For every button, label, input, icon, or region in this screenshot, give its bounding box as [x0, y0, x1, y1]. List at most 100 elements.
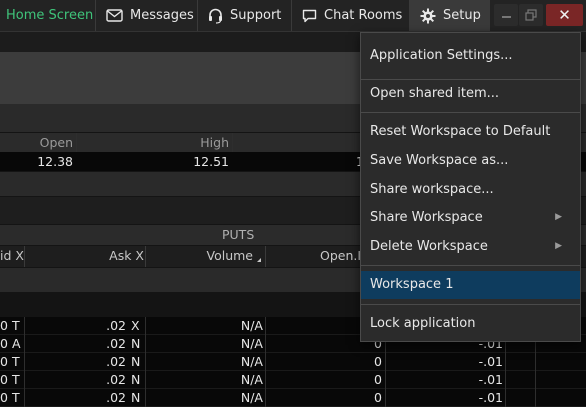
- close-button[interactable]: ✕: [546, 4, 583, 26]
- column-divider: [145, 246, 146, 267]
- restore-icon: [525, 9, 537, 25]
- menu-item-lock-application[interactable]: Lock application: [361, 310, 580, 337]
- ask-exchange-cell: N: [131, 390, 141, 405]
- column-divider: [385, 389, 386, 407]
- column-divider: [24, 246, 25, 267]
- chat-bubble-icon: [302, 9, 317, 23]
- support-label: Support: [230, 8, 282, 23]
- volume-cell: N/A: [240, 354, 263, 369]
- chat-rooms-label: Chat Rooms: [324, 8, 403, 23]
- table-row[interactable]: 0 T .02 N N/A 0 -.01: [0, 353, 586, 371]
- menu-item-delete-workspace[interactable]: Delete Workspace ▶: [361, 233, 580, 260]
- column-divider: [145, 317, 146, 335]
- support-button[interactable]: Support: [198, 0, 292, 31]
- ask-exchange-cell: N: [131, 372, 141, 387]
- home-screen-label: Home Screen: [6, 8, 94, 23]
- bid-exchange-cell: T: [12, 390, 20, 405]
- restore-button[interactable]: [519, 4, 543, 26]
- open-header: Open: [39, 135, 73, 150]
- bid-size-cell: 0: [0, 372, 8, 387]
- column-divider: [385, 371, 386, 389]
- menu-separator: [361, 304, 580, 305]
- setup-label: Setup: [443, 8, 481, 23]
- menu-item-workspace-1[interactable]: Workspace 1: [361, 271, 580, 299]
- submenu-arrow-icon: ▶: [555, 241, 562, 251]
- setup-button[interactable]: Setup: [410, 0, 490, 31]
- menu-item-label: Workspace 1: [370, 277, 454, 292]
- bid-size-cell: 0: [0, 390, 8, 405]
- column-divider: [265, 246, 266, 267]
- menu-item-label: Application Settings...: [370, 48, 513, 63]
- headset-icon: [208, 8, 223, 24]
- messages-button[interactable]: Messages: [96, 0, 198, 31]
- top-toolbar: Home Screen Messages Support Chat Rooms …: [0, 0, 586, 32]
- column-divider: [145, 353, 146, 371]
- column-divider: [24, 317, 25, 335]
- ask-cell: .02: [106, 390, 126, 405]
- column-divider: [76, 133, 77, 152]
- close-icon: ✕: [558, 6, 571, 24]
- menu-item-reset-workspace[interactable]: Reset Workspace to Default: [361, 118, 580, 145]
- column-divider: [265, 371, 266, 389]
- open-interest-cell: 0: [374, 354, 382, 369]
- ask-cell: .02: [106, 318, 126, 333]
- bid-exchange-cell: T: [12, 318, 20, 333]
- bid-size-cell: 0: [0, 318, 8, 333]
- menu-item-label: Reset Workspace to Default: [370, 124, 551, 139]
- column-divider: [505, 389, 506, 407]
- open-interest-cell: 0: [374, 390, 382, 405]
- ask-cell: .02: [106, 336, 126, 351]
- submenu-arrow-icon: ▶: [555, 212, 562, 222]
- column-divider: [145, 371, 146, 389]
- gear-icon: [420, 8, 436, 24]
- home-screen-tab[interactable]: Home Screen: [0, 0, 96, 31]
- menu-item-label: Save Workspace as...: [370, 153, 509, 168]
- chat-rooms-button[interactable]: Chat Rooms: [292, 0, 410, 31]
- column-divider: [535, 371, 536, 389]
- open-interest-cell: 0: [374, 372, 382, 387]
- menu-item-application-settings[interactable]: Application Settings...: [361, 42, 580, 69]
- ask-exchange-cell: N: [131, 354, 141, 369]
- high-value: 12.51: [193, 154, 229, 169]
- column-divider: [265, 353, 266, 371]
- column-divider: [24, 371, 25, 389]
- open-interest-header[interactable]: Open.I: [320, 248, 361, 263]
- column-divider: [24, 353, 25, 371]
- volume-cell: N/A: [240, 372, 263, 387]
- column-divider: [145, 389, 146, 407]
- menu-separator: [361, 265, 580, 266]
- bid-exchange-header[interactable]: id X: [0, 248, 24, 263]
- menu-item-share-workspace-dialog[interactable]: Share workspace...: [361, 176, 580, 203]
- volume-cell: N/A: [240, 390, 263, 405]
- sort-indicator-icon: [257, 258, 261, 262]
- menu-item-label: Share workspace...: [370, 182, 494, 197]
- open-value: 12.38: [37, 154, 73, 169]
- table-row[interactable]: 0 T .02 N N/A 0 -.01: [0, 389, 586, 407]
- messages-label: Messages: [130, 8, 194, 23]
- minimize-button[interactable]: [494, 4, 518, 26]
- volume-cell: N/A: [240, 318, 263, 333]
- volume-cell: N/A: [240, 336, 263, 351]
- ask-cell: .02: [106, 354, 126, 369]
- column-divider: [24, 335, 25, 353]
- menu-item-save-workspace-as[interactable]: Save Workspace as...: [361, 147, 580, 174]
- column-divider: [232, 133, 233, 152]
- menu-separator: [361, 112, 580, 113]
- ask-cell: .02: [106, 372, 126, 387]
- menu-item-share-workspace-submenu[interactable]: Share Workspace ▶: [361, 204, 580, 231]
- ask-exchange-header[interactable]: Ask X: [109, 248, 144, 263]
- menu-item-open-shared-item[interactable]: Open shared item...: [361, 80, 580, 107]
- table-row[interactable]: 0 T .02 N N/A 0 -.01: [0, 371, 586, 389]
- high-header: High: [200, 135, 229, 150]
- change-cell: -.01: [478, 354, 503, 369]
- column-divider: [535, 353, 536, 371]
- menu-item-label: Open shared item...: [370, 86, 500, 101]
- volume-header[interactable]: Volume: [207, 248, 254, 263]
- column-divider: [505, 353, 506, 371]
- menu-item-label: Share Workspace: [370, 210, 483, 225]
- bid-exchange-cell: T: [12, 354, 20, 369]
- column-divider: [145, 335, 146, 353]
- column-divider: [385, 353, 386, 371]
- menu-item-label: Lock application: [370, 316, 476, 331]
- setup-dropdown-menu: Application Settings... Open shared item…: [360, 32, 581, 342]
